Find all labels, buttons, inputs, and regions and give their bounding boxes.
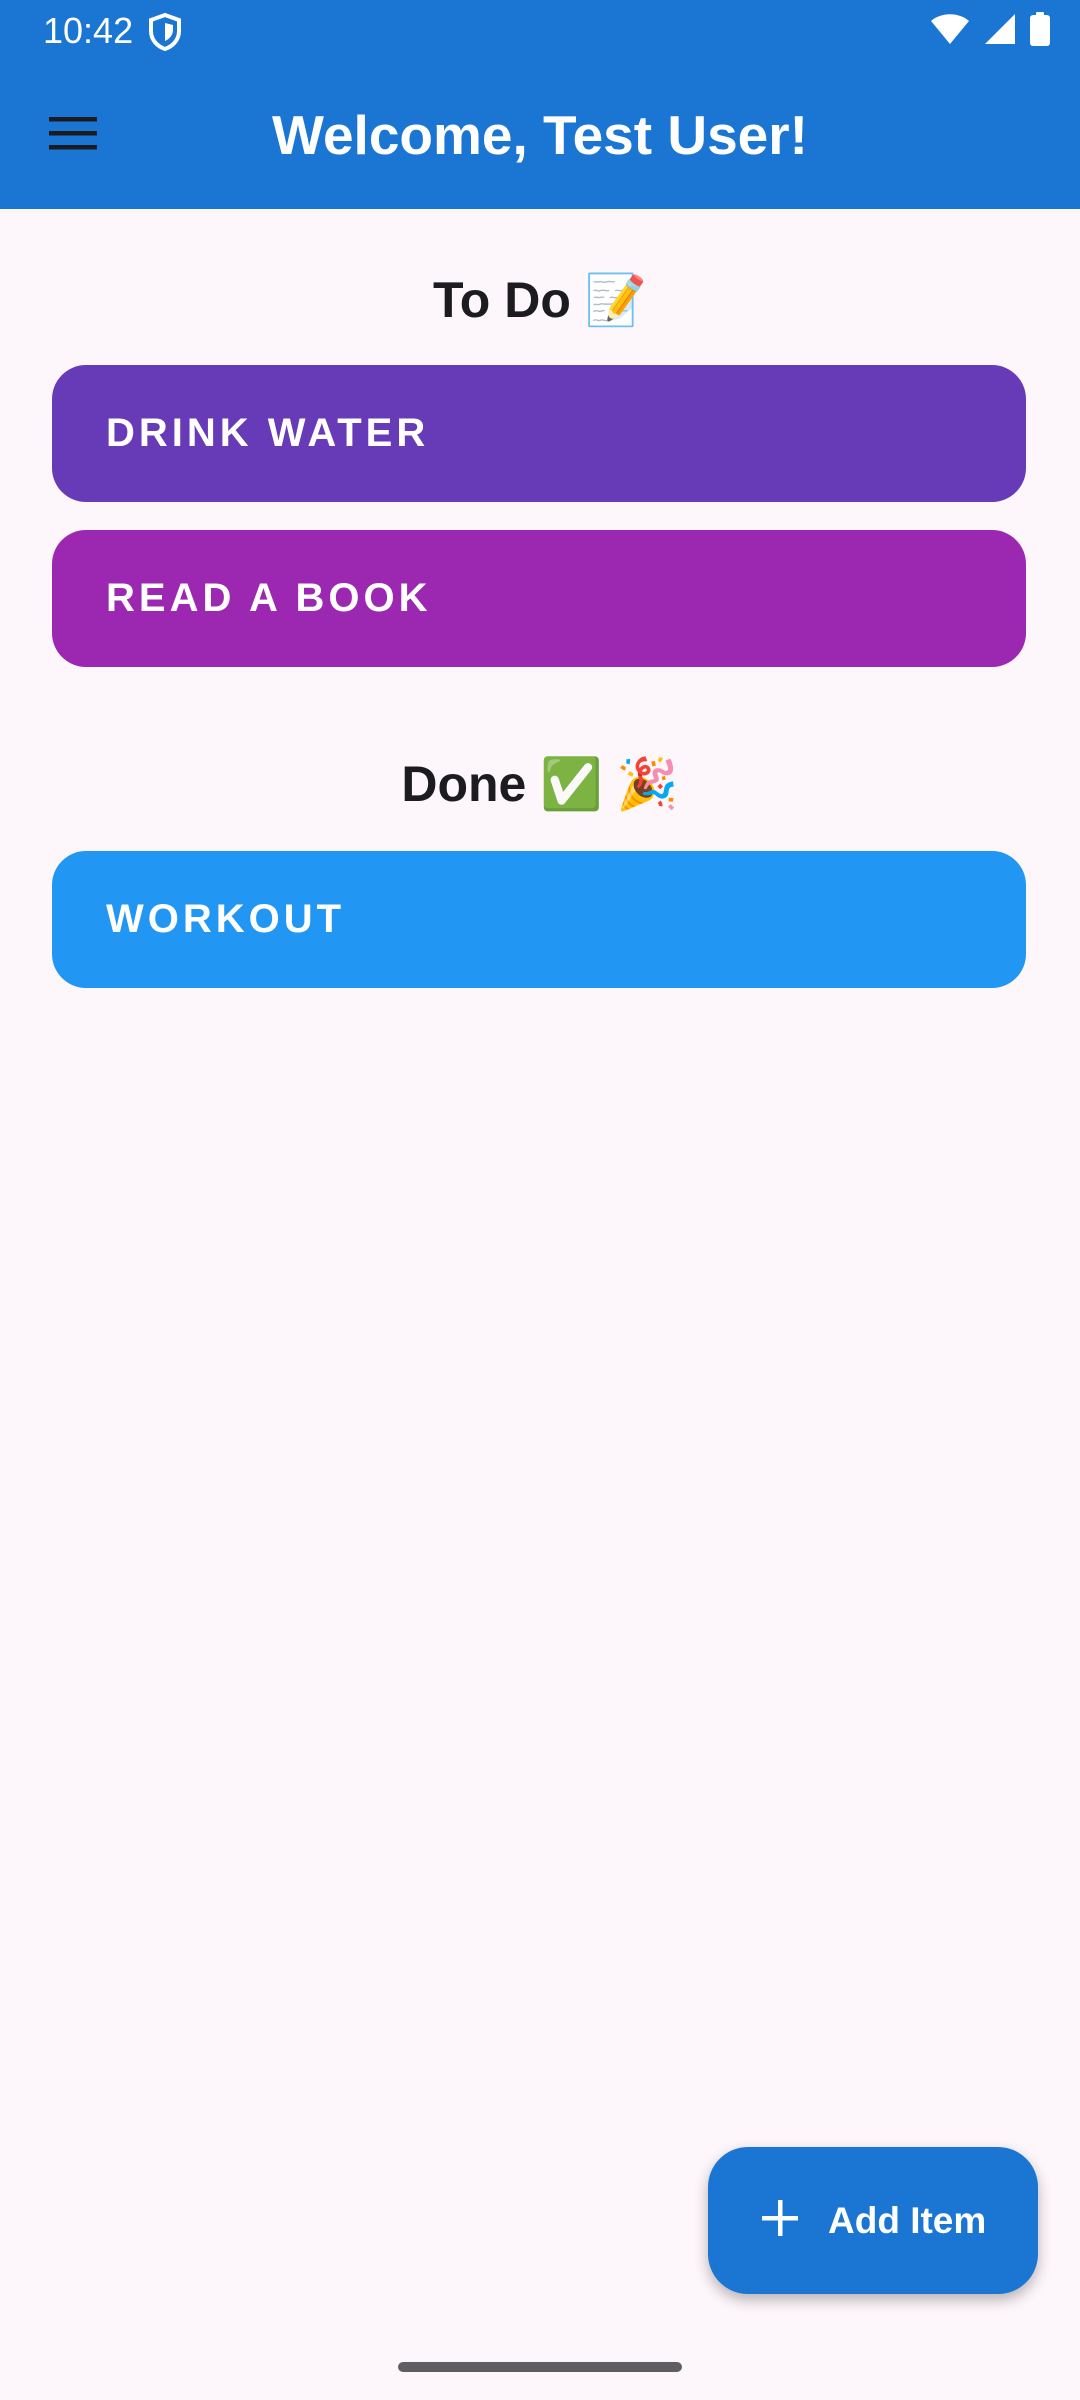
battery-icon <box>1030 11 1050 51</box>
done-item-label: WORKOUT <box>106 897 346 941</box>
home-indicator[interactable] <box>398 2362 682 2372</box>
add-item-label: Add Item <box>828 2199 987 2241</box>
plus-icon <box>760 2198 800 2243</box>
wifi-icon <box>930 13 970 50</box>
add-item-button[interactable]: Add Item <box>708 2147 1038 2294</box>
todo-item-read-a-book[interactable]: READ A BOOK <box>52 530 1026 667</box>
todo-item-label: READ A BOOK <box>106 576 432 620</box>
todo-section-title: To Do 📝 <box>432 272 648 328</box>
status-icons <box>930 11 1050 51</box>
app-bar: Welcome, Test User! <box>0 62 1080 209</box>
app-screen: 10:42 Welcome, Test User! To Do 📝 DRINK … <box>0 0 1080 2400</box>
top-bar: 10:42 Welcome, Test User! <box>0 0 1080 209</box>
signal-icon <box>984 13 1016 50</box>
todo-item-drink-water[interactable]: DRINK WATER <box>52 365 1026 502</box>
shield-icon <box>148 12 182 52</box>
status-time: 10:42 <box>43 10 134 51</box>
status-bar: 10:42 <box>0 0 1080 62</box>
todo-item-label: DRINK WATER <box>106 411 430 455</box>
page-title: Welcome, Test User! <box>272 104 808 166</box>
done-section-title: Done ✅ 🎉 <box>401 756 679 812</box>
done-item-workout[interactable]: WORKOUT <box>52 851 1026 988</box>
